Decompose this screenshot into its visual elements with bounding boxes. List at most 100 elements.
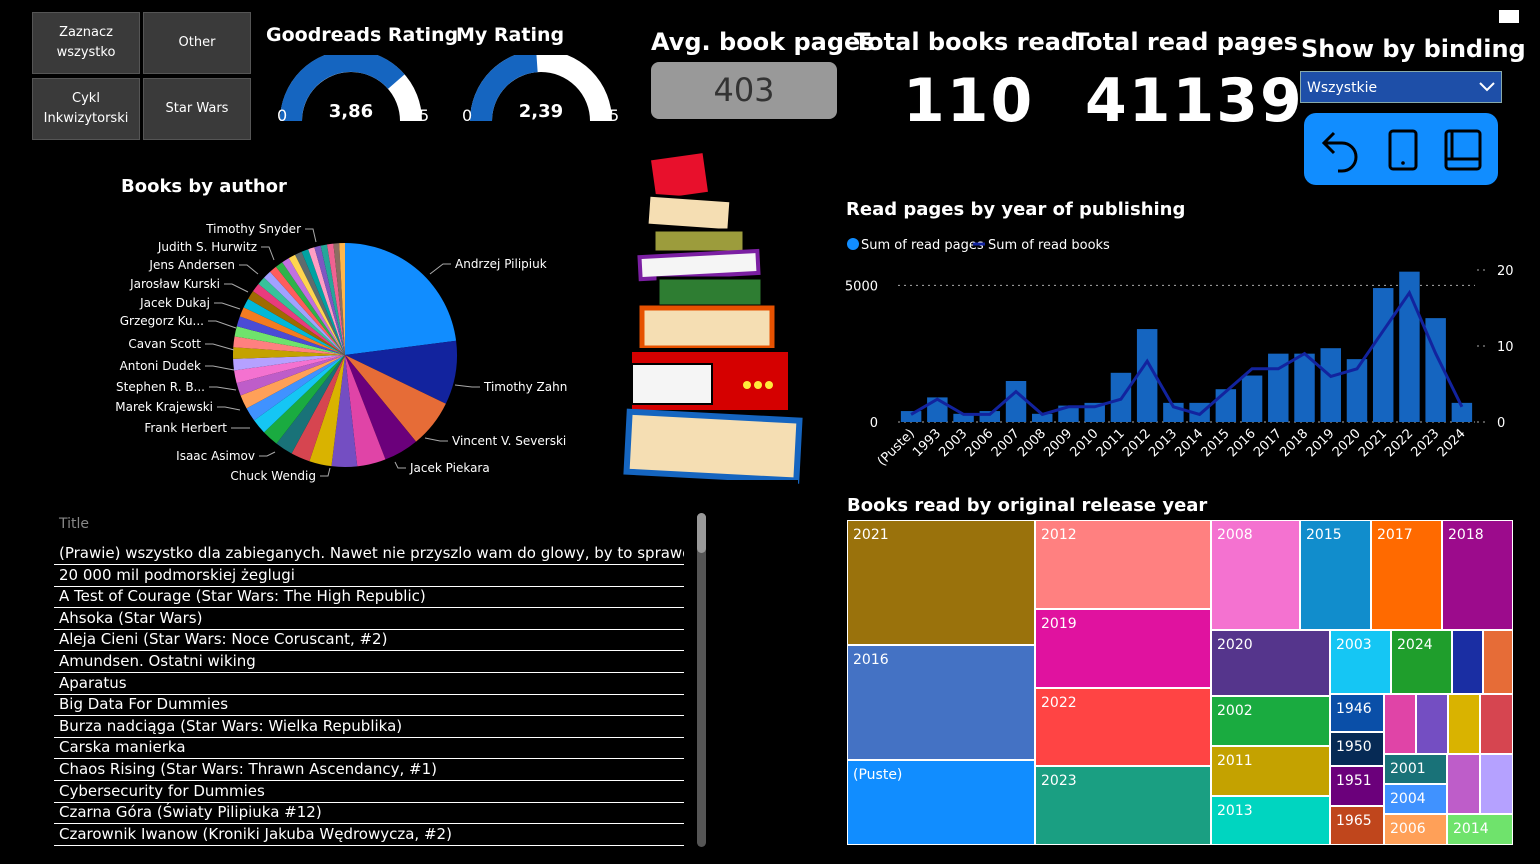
treemap-cell[interactable]: 2024 [1391,630,1452,694]
treemap-cell[interactable] [1448,694,1480,754]
table-row[interactable]: Big Data For Dummies [54,695,684,717]
treemap-cell[interactable]: 2023 [1035,766,1211,845]
treemap-cell[interactable]: 2001 [1384,754,1447,784]
gauge-min-label: 0 [462,106,472,125]
treemap-cell[interactable] [1452,630,1483,694]
x-tick: 2023 [1408,426,1442,460]
x-tick: 1993 [910,426,944,460]
table-row[interactable]: Cybersecurity for Dummies [54,782,684,803]
pie-leader-line [261,246,275,261]
treemap-cell[interactable] [1384,694,1416,754]
x-tick: 2014 [1172,426,1206,460]
legend-pages[interactable]: Sum of read pages [861,238,984,253]
x-tick: 2007 [989,426,1023,460]
treemap-cell[interactable]: 2011 [1211,746,1330,796]
bar[interactable] [927,397,948,422]
window-icon[interactable] [1499,10,1519,23]
treemap-cell[interactable]: 2002 [1211,696,1330,746]
treemap-cell[interactable]: 1965 [1330,806,1384,845]
pie-label: Antoni Dudek [120,359,201,373]
scroll-thumb[interactable] [697,513,706,553]
table-header-title[interactable]: Title [59,516,89,532]
bar[interactable] [1372,288,1394,422]
gauge-min-label: 0 [277,106,287,125]
table-row[interactable]: Burza nadciąga (Star Wars: Wielka Republ… [54,717,684,738]
pie-leader-line [259,451,276,457]
back-arrow-icon[interactable] [1312,121,1368,177]
pie-label: Stephen R. B... [116,380,205,394]
slicer-button-star-wars[interactable]: Star Wars [143,78,251,140]
x-tick: 2016 [1225,426,1259,460]
pie-label: Cavan Scott [128,337,201,351]
treemap-cell[interactable]: 2019 [1035,609,1211,688]
treemap-cell[interactable]: 2017 [1371,520,1442,630]
x-tick: 2012 [1120,426,1154,460]
bar[interactable] [1215,389,1237,422]
ebook-reader-icon[interactable] [1436,121,1492,177]
treemap-cell[interactable]: 2015 [1300,520,1371,630]
slicer-button-other[interactable]: Other [143,12,251,74]
table-row[interactable]: A Test of Courage (Star Wars: The High R… [54,587,684,609]
treemap-cell[interactable]: 2014 [1447,814,1513,845]
table-row[interactable]: Aleja Cieni (Star Wars: Noce Coruscant, … [54,630,684,652]
treemap-cell[interactable] [1480,754,1513,814]
kpi-value-total-pages: 41139 [1085,66,1304,136]
table-row[interactable]: Aparatus [54,674,684,695]
treemap-cell[interactable]: 2012 [1035,520,1211,609]
treemap-cell[interactable] [1483,630,1513,694]
treemap-cell[interactable]: 2004 [1384,784,1447,814]
table-row[interactable]: Amundsen. Ostatni wiking [54,652,684,673]
bar[interactable] [1005,381,1027,422]
treemap-cell[interactable]: 1951 [1330,766,1384,806]
bar[interactable] [1241,375,1263,422]
treemap-cell[interactable]: 2020 [1211,630,1330,696]
treemap-cell[interactable]: 2003 [1330,630,1391,694]
treemap-cell[interactable]: 2021 [847,520,1035,645]
treemap-cell[interactable] [1416,694,1448,754]
treemap-cell[interactable]: 1950 [1330,732,1384,766]
x-tick: 2015 [1199,426,1233,460]
pie-label: Frank Herbert [144,421,227,435]
treemap-cell[interactable]: 2018 [1442,520,1513,630]
treemap-cell[interactable]: 2008 [1211,520,1300,630]
treemap-cell[interactable]: 2013 [1211,796,1330,845]
table-row[interactable]: Ahsoka (Star Wars) [54,609,684,630]
table-row[interactable]: (Prawie) wszystko dla zabieganych. Nawet… [54,544,684,565]
treemap-cell[interactable]: 2006 [1384,814,1447,845]
pie-leader-line [205,343,235,351]
binding-dropdown[interactable]: Wszystkie [1300,71,1502,103]
x-tick: 2011 [1094,426,1128,460]
pie-leader-line [394,461,406,469]
treemap-cell[interactable]: 2016 [847,645,1035,760]
pie-leader-line [424,437,448,442]
table-row[interactable]: Czarownik Iwanow (Kroniki Jakuba Wędrowy… [54,825,684,846]
pie-label: Timothy Snyder [205,222,301,236]
slicer-button-select-all[interactable]: Zaznacz wszystko [32,12,140,74]
tablet-icon[interactable] [1374,121,1430,177]
table-row[interactable]: Czarna Góra (Światy Pilipiuka #12) [54,803,684,825]
bar[interactable] [1294,353,1315,422]
treemap: 2021 2016 (Puste) 2012 2019 2022 2023 2008 2015 2… [847,520,1513,845]
pie-leader-line [429,263,451,275]
pie-leader-line [305,228,317,243]
binding-title: Show by binding [1301,35,1526,63]
bar[interactable] [1320,348,1341,422]
treemap-cell[interactable]: 2022 [1035,688,1211,766]
pie-label: Jarosław Kurski [129,277,220,291]
table-scrollbar[interactable] [697,513,706,847]
slicer-button-cykl-inkwizytorski[interactable]: Cykl Inkwizytorski [32,78,140,140]
treemap-cell[interactable] [1480,694,1513,754]
table-row[interactable]: Chaos Rising (Star Wars: Thrawn Ascendan… [54,760,684,781]
treemap-cell[interactable]: (Puste) [847,760,1035,845]
kpi-value-total-books: 110 [903,66,1035,136]
treemap-cell[interactable]: 1946 [1330,694,1384,732]
combo-chart: Sum of read pages Sum of read books 0 5000 0… [845,238,1514,469]
pie-slice[interactable] [345,243,457,355]
table-row[interactable]: Carska manierka [54,738,684,760]
x-tick: 2020 [1330,426,1364,460]
table-row[interactable]: 20 000 mil podmorskiej żeglugi [54,566,684,587]
legend-books[interactable]: Sum of read books [988,238,1110,253]
chevron-down-icon [1479,82,1495,92]
pie-label: Timothy Zahn [483,380,567,394]
treemap-cell[interactable] [1447,754,1480,814]
